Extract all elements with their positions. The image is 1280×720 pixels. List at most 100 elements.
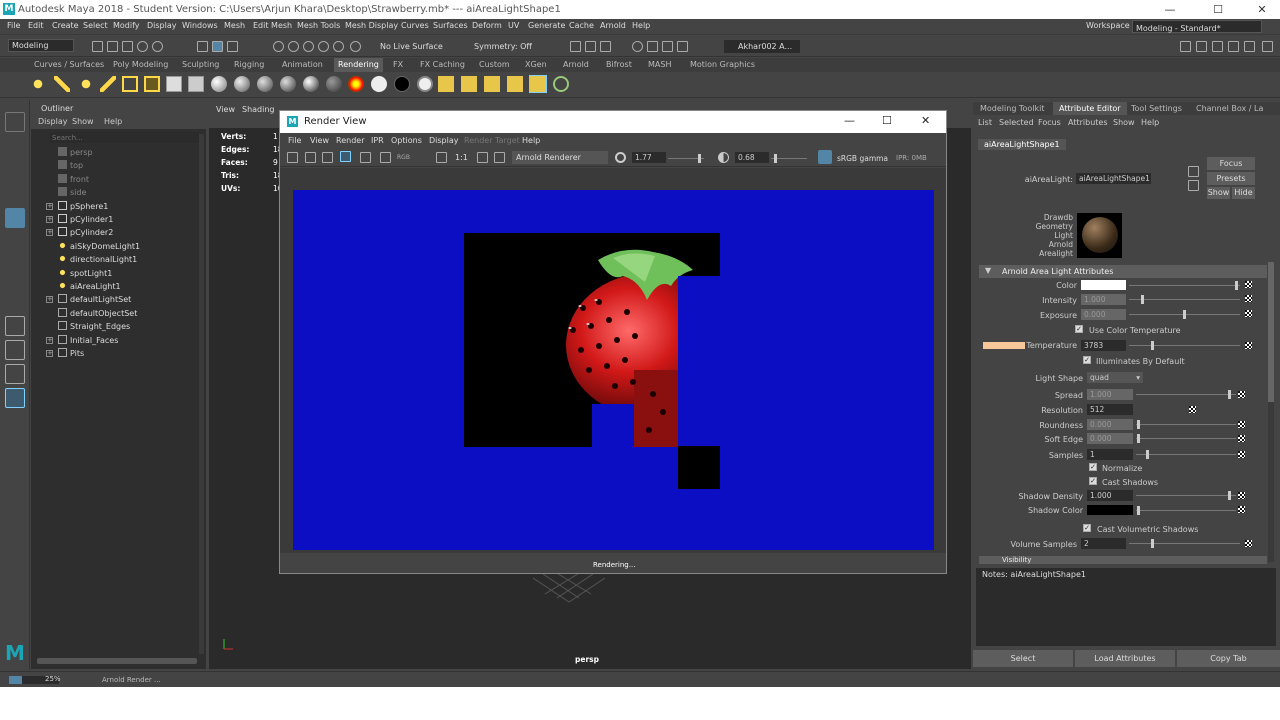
volume-samples-map-icon[interactable]	[1245, 540, 1252, 547]
shelf-tab-xgen[interactable]: XGen	[525, 60, 547, 69]
tool-settings-toggle-icon[interactable]	[1212, 41, 1223, 52]
shadow-density-slider[interactable]	[1136, 495, 1236, 496]
rv-snapshot-icon[interactable]	[322, 152, 333, 163]
volume-light-icon[interactable]	[144, 76, 160, 92]
color-slider-handle[interactable]	[1235, 281, 1238, 290]
attr-scrollbar[interactable]	[1268, 262, 1274, 562]
copy-tab-button[interactable]: Copy Tab	[1177, 650, 1280, 667]
outliner-menu-display[interactable]: Display	[38, 117, 68, 126]
volume-samples-slider-handle[interactable]	[1151, 539, 1154, 548]
area-light-icon[interactable]	[122, 76, 138, 92]
shadow-color-slider[interactable]	[1136, 510, 1236, 511]
color-slider[interactable]	[1129, 285, 1240, 286]
color-map-icon[interactable]	[1245, 281, 1252, 288]
attr-menu-list[interactable]: List	[978, 118, 992, 127]
menu-windows[interactable]: Windows	[182, 21, 218, 30]
rv-menu-display[interactable]: Display	[429, 136, 459, 145]
menu-arnold[interactable]: Arnold	[600, 21, 626, 30]
menu-surfaces[interactable]: Surfaces	[433, 21, 468, 30]
menu-edit-mesh[interactable]: Edit Mesh	[253, 21, 292, 30]
select-tool-icon[interactable]	[5, 112, 25, 132]
samples-field[interactable]: 1	[1087, 449, 1133, 460]
shadow-density-map-icon[interactable]	[1238, 492, 1245, 499]
scale-tool-icon[interactable]	[5, 232, 25, 252]
paint-select-tool-icon[interactable]	[5, 160, 25, 180]
attr-menu-selected[interactable]: Selected	[999, 118, 1034, 127]
menu-file[interactable]: File	[7, 21, 20, 30]
rv-color-management-icon[interactable]	[818, 150, 832, 164]
rv-settings-icon[interactable]	[380, 152, 391, 163]
render-current-icon[interactable]	[570, 41, 581, 52]
show-manipulator-icon[interactable]	[5, 282, 25, 302]
snap-point-icon[interactable]	[303, 41, 314, 52]
surface-shader-icon[interactable]	[371, 76, 387, 92]
menu-modify[interactable]: Modify	[113, 21, 140, 30]
resolution-map-icon[interactable]	[1189, 406, 1196, 413]
roundness-slider-handle[interactable]	[1137, 420, 1140, 429]
minimize-button[interactable]: —	[1148, 0, 1192, 19]
pause-icon[interactable]	[677, 41, 688, 52]
spot-light-icon[interactable]	[100, 76, 116, 92]
intensity-slider-handle[interactable]	[1141, 295, 1144, 304]
outliner-item[interactable]: pCylinder1	[58, 214, 113, 224]
select-button[interactable]: Select	[973, 650, 1073, 667]
camera-icon[interactable]	[166, 76, 182, 92]
outliner-item[interactable]: defaultObjectSet	[58, 307, 137, 318]
roundness-field[interactable]: 0.000	[1087, 419, 1133, 430]
volume-samples-slider[interactable]	[1129, 543, 1240, 544]
rv-gamma-slider-handle[interactable]	[774, 154, 777, 163]
settings-icon[interactable]	[1262, 41, 1273, 52]
temperature-slider[interactable]	[1129, 345, 1240, 346]
channel-box-toggle-icon[interactable]	[1228, 41, 1239, 52]
temperature-map-icon[interactable]	[1245, 342, 1252, 349]
roundness-map-icon[interactable]	[1238, 421, 1245, 428]
lasso-tool-icon[interactable]	[5, 136, 25, 156]
shadow-color-map-icon[interactable]	[1238, 506, 1245, 513]
outliner-item[interactable]: directionalLight1	[58, 254, 137, 264]
symmetry-label[interactable]: Symmetry: Off	[474, 42, 532, 51]
select-object-icon[interactable]	[212, 41, 223, 52]
roundness-slider[interactable]	[1136, 424, 1236, 425]
outliner-layout-icon[interactable]	[5, 388, 25, 408]
intensity-map-icon[interactable]	[1245, 295, 1252, 302]
select-component-icon[interactable]	[227, 41, 238, 52]
presets-button[interactable]: Presets	[1207, 172, 1255, 185]
menu-curves[interactable]: Curves	[401, 21, 429, 30]
rv-menu-help[interactable]: Help	[522, 136, 540, 145]
rv-menu-view[interactable]: View	[310, 136, 329, 145]
expand-toggle-icon[interactable]: +	[46, 216, 53, 223]
viewport-menu-shading[interactable]: Shading	[242, 105, 275, 114]
rv-exposure-slider-handle[interactable]	[698, 154, 701, 163]
tab-tool-settings[interactable]: Tool Settings	[1131, 104, 1182, 113]
outliner-item[interactable]: aiAreaLight1	[58, 281, 121, 291]
soft-edge-field[interactable]: 0.000	[1087, 433, 1133, 444]
resolution-field[interactable]: 512	[1087, 404, 1133, 415]
attr-menu-show[interactable]: Show	[1113, 118, 1135, 127]
user-account[interactable]: Akhar002 A...	[724, 40, 800, 53]
use-color-temperature-checkbox[interactable]: ✓	[1075, 325, 1083, 333]
outliner-search-input[interactable]	[49, 132, 201, 143]
temperature-field[interactable]: 3783	[1081, 340, 1126, 351]
rv-zoom-icon[interactable]	[494, 152, 505, 163]
menu-mesh-tools[interactable]: Mesh Tools	[297, 21, 340, 30]
cast-volumetric-shadows-checkbox[interactable]: ✓	[1083, 524, 1091, 532]
spread-slider[interactable]	[1136, 394, 1236, 395]
temperature-slider-handle[interactable]	[1151, 341, 1154, 350]
samples-slider-handle[interactable]	[1146, 450, 1149, 459]
shelf-tab-arnold[interactable]: Arnold	[563, 60, 589, 69]
menu-display[interactable]: Display	[147, 21, 177, 30]
persp-outliner-layout-icon[interactable]	[5, 364, 25, 384]
soft-edge-slider[interactable]	[1136, 438, 1236, 439]
exposure-field[interactable]: 0.000	[1081, 309, 1126, 320]
shelf-tab-curves-surfaces[interactable]: Curves / Surfaces	[34, 60, 104, 69]
menu-edit[interactable]: Edit	[28, 21, 44, 30]
shelf-tab-poly-modeling[interactable]: Poly Modeling	[113, 60, 168, 69]
rv-renderer-dropdown[interactable]: Arnold Renderer	[512, 151, 608, 164]
phonge-icon[interactable]	[280, 76, 296, 92]
render-view-close-button[interactable]: ✕	[921, 114, 930, 127]
rv-menu-ipr[interactable]: IPR	[371, 136, 384, 145]
render-settings-shelf-icon[interactable]	[507, 76, 523, 92]
outliner-item[interactable]: pSphere1	[58, 200, 108, 211]
save-scene-icon[interactable]	[122, 41, 133, 52]
render-settings-icon[interactable]	[600, 41, 611, 52]
